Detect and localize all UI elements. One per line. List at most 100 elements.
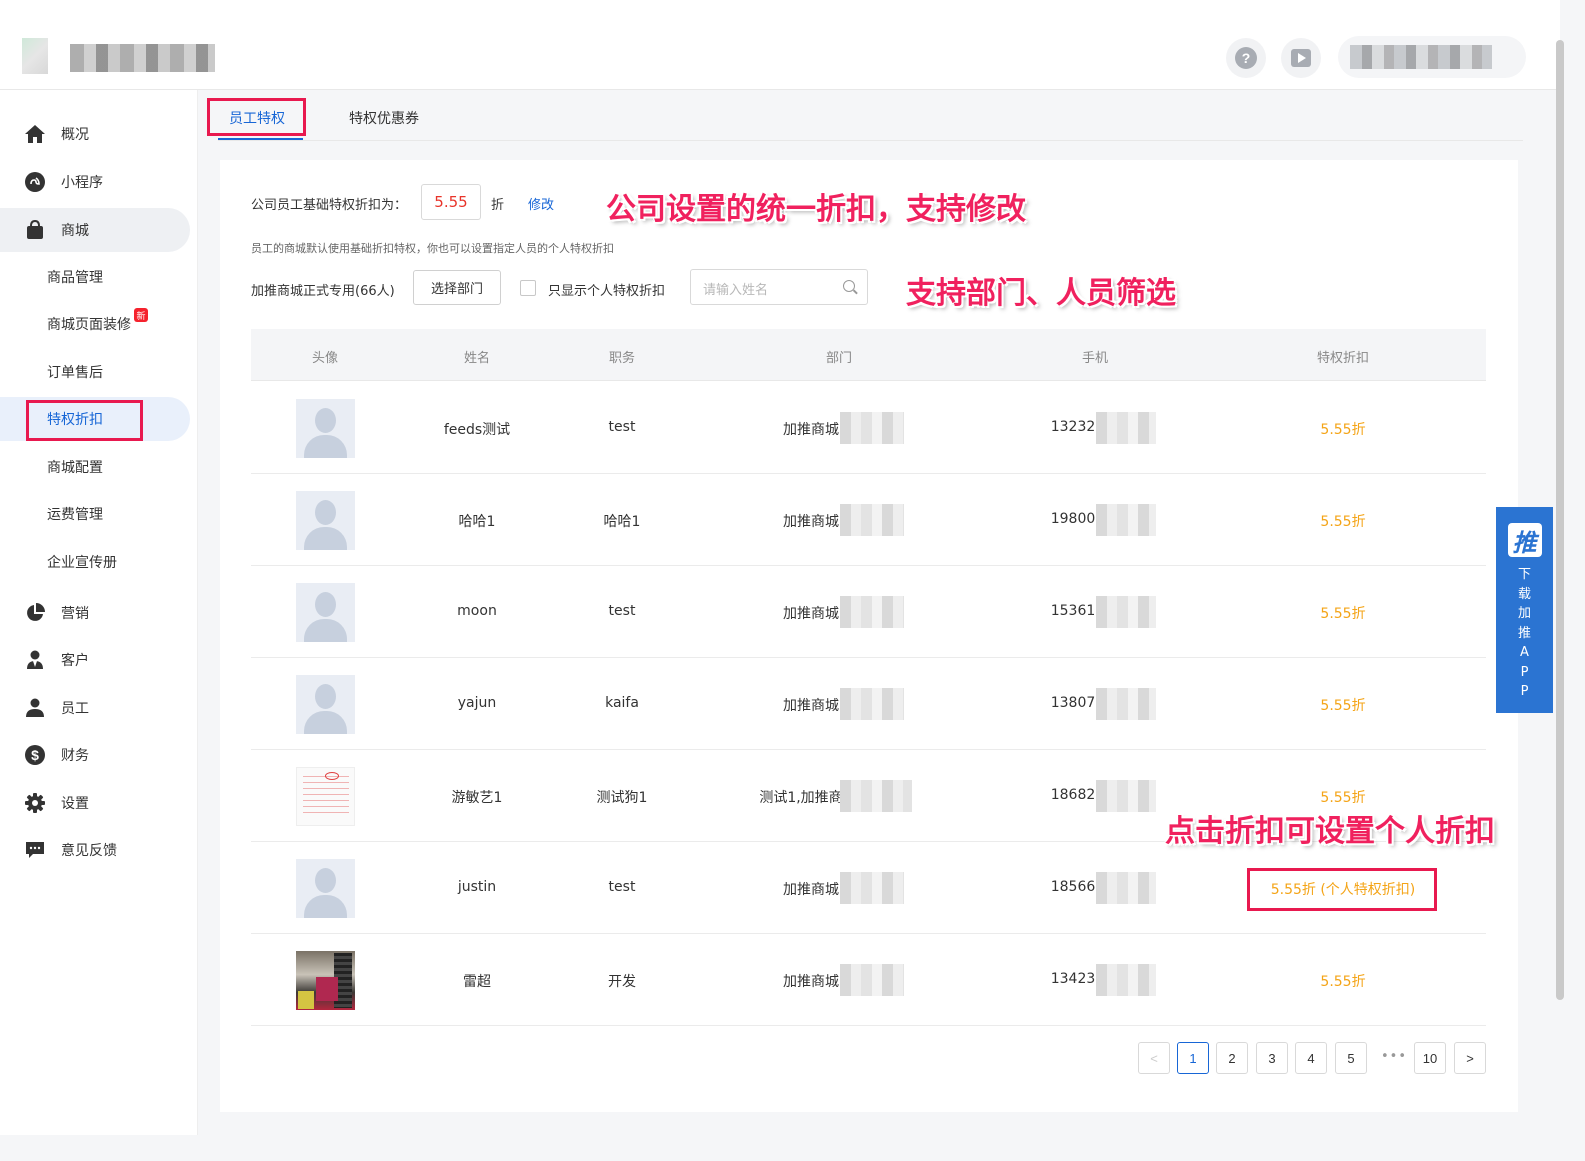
- user-name-redacted: [1350, 45, 1492, 69]
- department-label: 加推商城正式专用(66人): [251, 284, 395, 299]
- row-department: 加推商城: [783, 514, 839, 530]
- avatar: [296, 491, 355, 550]
- sidebar-item-brochure[interactable]: 企业宣传册: [0, 540, 190, 584]
- brand-name-redacted: [70, 44, 215, 72]
- row-title: test: [608, 879, 636, 895]
- sidebar-item-shipping[interactable]: 运费管理: [0, 492, 190, 536]
- row-title: kaifa: [605, 695, 639, 711]
- sidebar-item-settings[interactable]: 设置: [0, 781, 190, 825]
- row-title: 开发: [608, 974, 636, 990]
- phone-redacted: [1096, 412, 1156, 444]
- row-discount[interactable]: 5.55折: [1320, 603, 1365, 623]
- annotation-unified-discount: 公司设置的统一折扣，支持修改: [606, 192, 1026, 227]
- pagination-page-last[interactable]: 10: [1414, 1042, 1446, 1074]
- sidebar-item-finance[interactable]: $ 财务: [0, 733, 190, 777]
- home-icon: [24, 123, 46, 145]
- base-discount-label: 公司员工基础特权折扣为：: [251, 198, 408, 213]
- top-header: ?: [0, 0, 1560, 90]
- col-name: 姓名: [463, 351, 491, 366]
- avatar: [296, 951, 355, 1010]
- new-badge: 新: [134, 308, 148, 322]
- row-discount[interactable]: 5.55折: [1320, 971, 1365, 991]
- row-phone: 18566: [1050, 879, 1096, 895]
- phone-redacted: [1096, 504, 1156, 536]
- pagination-ellipsis[interactable]: •••: [1381, 1049, 1407, 1064]
- sidebar-item-orders[interactable]: 订单售后: [0, 350, 190, 394]
- sidebar-item-feedback[interactable]: 意见反馈: [0, 828, 190, 872]
- page-scrollbar[interactable]: [1556, 40, 1564, 1000]
- row-phone: 13423: [1050, 971, 1096, 987]
- table-row[interactable]: feeds测试 test 加推商城 13232 5.55折: [251, 382, 1486, 474]
- row-name: yajun: [457, 695, 497, 711]
- row-discount[interactable]: 5.55折: [1320, 511, 1365, 531]
- help-button[interactable]: ?: [1226, 38, 1266, 78]
- row-title: 哈哈1: [603, 514, 641, 530]
- sidebar-item-customers[interactable]: 客户: [0, 638, 190, 682]
- row-discount[interactable]: 5.55折: [1320, 787, 1365, 807]
- sidebar-item-page-decoration[interactable]: 商城页面装修 新: [0, 302, 190, 346]
- phone-redacted: [1096, 780, 1156, 812]
- pagination-prev-button[interactable]: <: [1138, 1042, 1170, 1074]
- sidebar-item-employees[interactable]: 员工: [0, 686, 190, 730]
- phone-redacted: [1096, 688, 1156, 720]
- row-department: 测试1,加推商: [759, 790, 843, 806]
- pagination-page-4[interactable]: 4: [1295, 1042, 1327, 1074]
- customer-icon: [24, 649, 46, 671]
- video-button[interactable]: [1281, 38, 1321, 78]
- help-icon: ?: [1235, 47, 1257, 69]
- tabs-divider: [218, 140, 1523, 141]
- pagination-page-3[interactable]: 3: [1256, 1042, 1288, 1074]
- department-redacted: [840, 504, 904, 536]
- base-discount-value: 5.55: [421, 184, 481, 220]
- table-row[interactable]: yajun kaifa 加推商城 13807 5.55折: [251, 658, 1486, 750]
- feedback-icon: [24, 839, 46, 861]
- only-personal-discount-label: 只显示个人特权折扣: [548, 284, 666, 299]
- edit-discount-link[interactable]: 修改: [528, 194, 554, 213]
- select-department-button[interactable]: 选择部门: [413, 270, 501, 305]
- phone-redacted: [1096, 872, 1156, 904]
- sidebar-item-mall-config[interactable]: 商城配置: [0, 445, 190, 489]
- table-row[interactable]: 哈哈1 哈哈1 加推商城 19800 5.55折: [251, 474, 1486, 566]
- sidebar-item-marketing[interactable]: 营销: [0, 591, 190, 635]
- row-phone: 13807: [1050, 695, 1096, 711]
- table-row[interactable]: moon test 加推商城 15361 5.55折: [251, 566, 1486, 658]
- col-department: 部门: [825, 351, 853, 366]
- dollar-icon: $: [24, 744, 46, 766]
- row-name: 哈哈1: [458, 514, 496, 530]
- only-personal-discount-checkbox[interactable]: [520, 280, 536, 296]
- row-discount[interactable]: 5.55折: [1320, 419, 1365, 439]
- pagination-page-2[interactable]: 2: [1216, 1042, 1248, 1074]
- sidebar-item-mall[interactable]: 商城: [0, 208, 190, 252]
- search-placeholder: 请输入姓名: [703, 283, 769, 298]
- discount-hint: 员工的商城默认使用基础折扣特权，你也可以设置指定人员的个人特权折扣: [251, 242, 614, 255]
- row-discount[interactable]: 5.55折: [1320, 695, 1365, 715]
- download-app-text: 下载加推APP: [1517, 567, 1531, 699]
- download-app-panel[interactable]: 推 下载加推APP: [1496, 507, 1553, 713]
- tab-privilege-coupon[interactable]: 特权优惠券: [334, 100, 434, 136]
- phone-redacted: [1096, 964, 1156, 996]
- sidebar-item-product-management[interactable]: 商品管理: [0, 255, 190, 299]
- gear-icon: [24, 792, 46, 814]
- phone-redacted: [1096, 596, 1156, 628]
- annotation-filter: 支持部门、人员筛选: [906, 276, 1176, 311]
- table-row[interactable]: 雷超 开发 加推商城 13423 5.55折: [251, 934, 1486, 1026]
- pagination-page-5[interactable]: 5: [1335, 1042, 1367, 1074]
- highlight-frame-sidebar: [26, 400, 143, 441]
- sidebar-item-overview[interactable]: 概况: [0, 112, 190, 156]
- avatar: [296, 583, 355, 642]
- user-account-menu[interactable]: [1338, 36, 1526, 78]
- sidebar-item-miniprogram[interactable]: 小程序: [0, 160, 190, 204]
- row-title: test: [608, 419, 636, 435]
- active-tab-indicator: [218, 138, 303, 140]
- shopping-bag-icon: [24, 219, 46, 241]
- pagination-next-button[interactable]: >: [1454, 1042, 1486, 1074]
- row-phone: 15361: [1050, 603, 1096, 619]
- row-name: moon: [457, 603, 497, 619]
- row-department: 加推商城: [783, 698, 839, 714]
- department-redacted: [840, 964, 904, 996]
- name-search-input[interactable]: 请输入姓名: [690, 269, 868, 305]
- pagination-page-1[interactable]: 1: [1177, 1042, 1209, 1074]
- row-phone: 13232: [1050, 419, 1096, 435]
- pie-chart-icon: [24, 602, 46, 624]
- department-redacted: [840, 872, 904, 904]
